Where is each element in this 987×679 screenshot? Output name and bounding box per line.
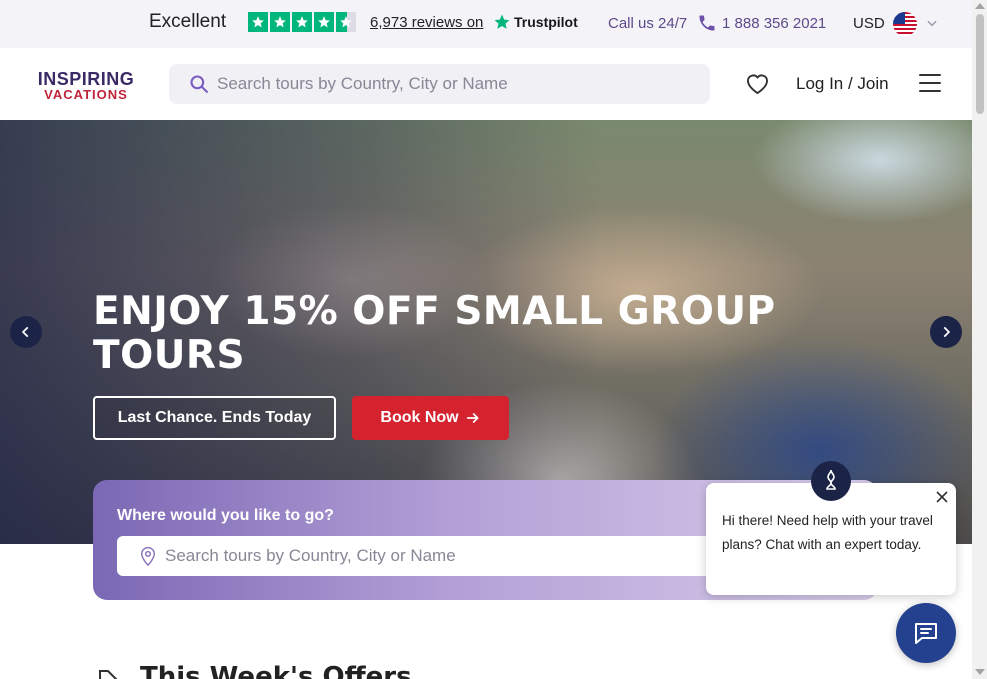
call-label: Call us 24/7 <box>608 15 688 32</box>
scrollbar-thumb[interactable] <box>976 14 984 114</box>
hero-title: ENJOY 15% OFF SMALL GROUP TOURS <box>93 289 776 378</box>
us-flag-icon[interactable] <box>893 12 917 36</box>
chevron-left-icon <box>21 326 29 338</box>
rating-label: Excellent <box>149 11 227 32</box>
chevron-down-icon[interactable] <box>925 16 939 30</box>
star-icon <box>292 12 312 32</box>
trustpilot-stars[interactable] <box>248 12 356 32</box>
star-icon <box>270 12 290 32</box>
phone-icon[interactable] <box>697 13 717 33</box>
phone-number-link[interactable]: 1 888 356 2021 <box>722 15 826 32</box>
arrow-right-icon <box>466 413 479 423</box>
header-search-input[interactable] <box>217 64 697 104</box>
trustpilot-label: Trustpilot <box>514 14 578 30</box>
login-join-link[interactable]: Log In / Join <box>796 74 889 94</box>
trustpilot-star-icon <box>494 14 510 29</box>
star-icon <box>314 12 334 32</box>
star-icon <box>248 12 268 32</box>
offers-title: This Week's Offers <box>140 662 412 679</box>
last-chance-button[interactable]: Last Chance. Ends Today <box>93 396 336 440</box>
trust-bar: Excellent 6,973 reviews on Trustpilot Ca… <box>0 0 972 48</box>
chat-launcher-button[interactable] <box>896 603 956 663</box>
header-search[interactable] <box>169 64 710 104</box>
site-header: INSPIRING VACATIONS Log In / Join <box>0 48 972 120</box>
agent-logo-icon <box>826 469 836 490</box>
site-logo[interactable]: INSPIRING VACATIONS <box>31 70 141 101</box>
scroll-down-arrow[interactable] <box>975 669 985 675</box>
logo-line1: INSPIRING <box>37 69 135 89</box>
logo-line2: VACATIONS <box>44 87 128 102</box>
heart-icon[interactable] <box>744 70 771 97</box>
chevron-right-icon <box>943 326 951 338</box>
book-now-button[interactable]: Book Now <box>352 396 509 440</box>
currency-selector[interactable]: USD <box>853 15 885 32</box>
scroll-up-arrow[interactable] <box>975 3 985 9</box>
close-icon[interactable] <box>935 490 949 504</box>
reviews-link[interactable]: 6,973 reviews on <box>370 14 483 31</box>
hamburger-menu-icon[interactable] <box>919 73 941 93</box>
chat-message: Hi there! Need help with your travel pla… <box>722 513 933 552</box>
tag-icon <box>99 670 118 679</box>
search-icon <box>190 75 208 93</box>
location-pin-icon <box>140 546 156 566</box>
chat-agent-avatar <box>811 461 851 501</box>
destination-search[interactable] <box>117 536 767 576</box>
book-now-label: Book Now <box>380 409 459 426</box>
carousel-next-button[interactable] <box>930 316 962 348</box>
destination-search-label: Where would you like to go? <box>117 507 334 524</box>
carousel-prev-button[interactable] <box>10 316 42 348</box>
chat-icon <box>915 623 937 644</box>
trustpilot-logo[interactable]: Trustpilot <box>493 13 578 31</box>
destination-search-input[interactable] <box>165 536 755 576</box>
half-star-icon <box>336 12 356 32</box>
